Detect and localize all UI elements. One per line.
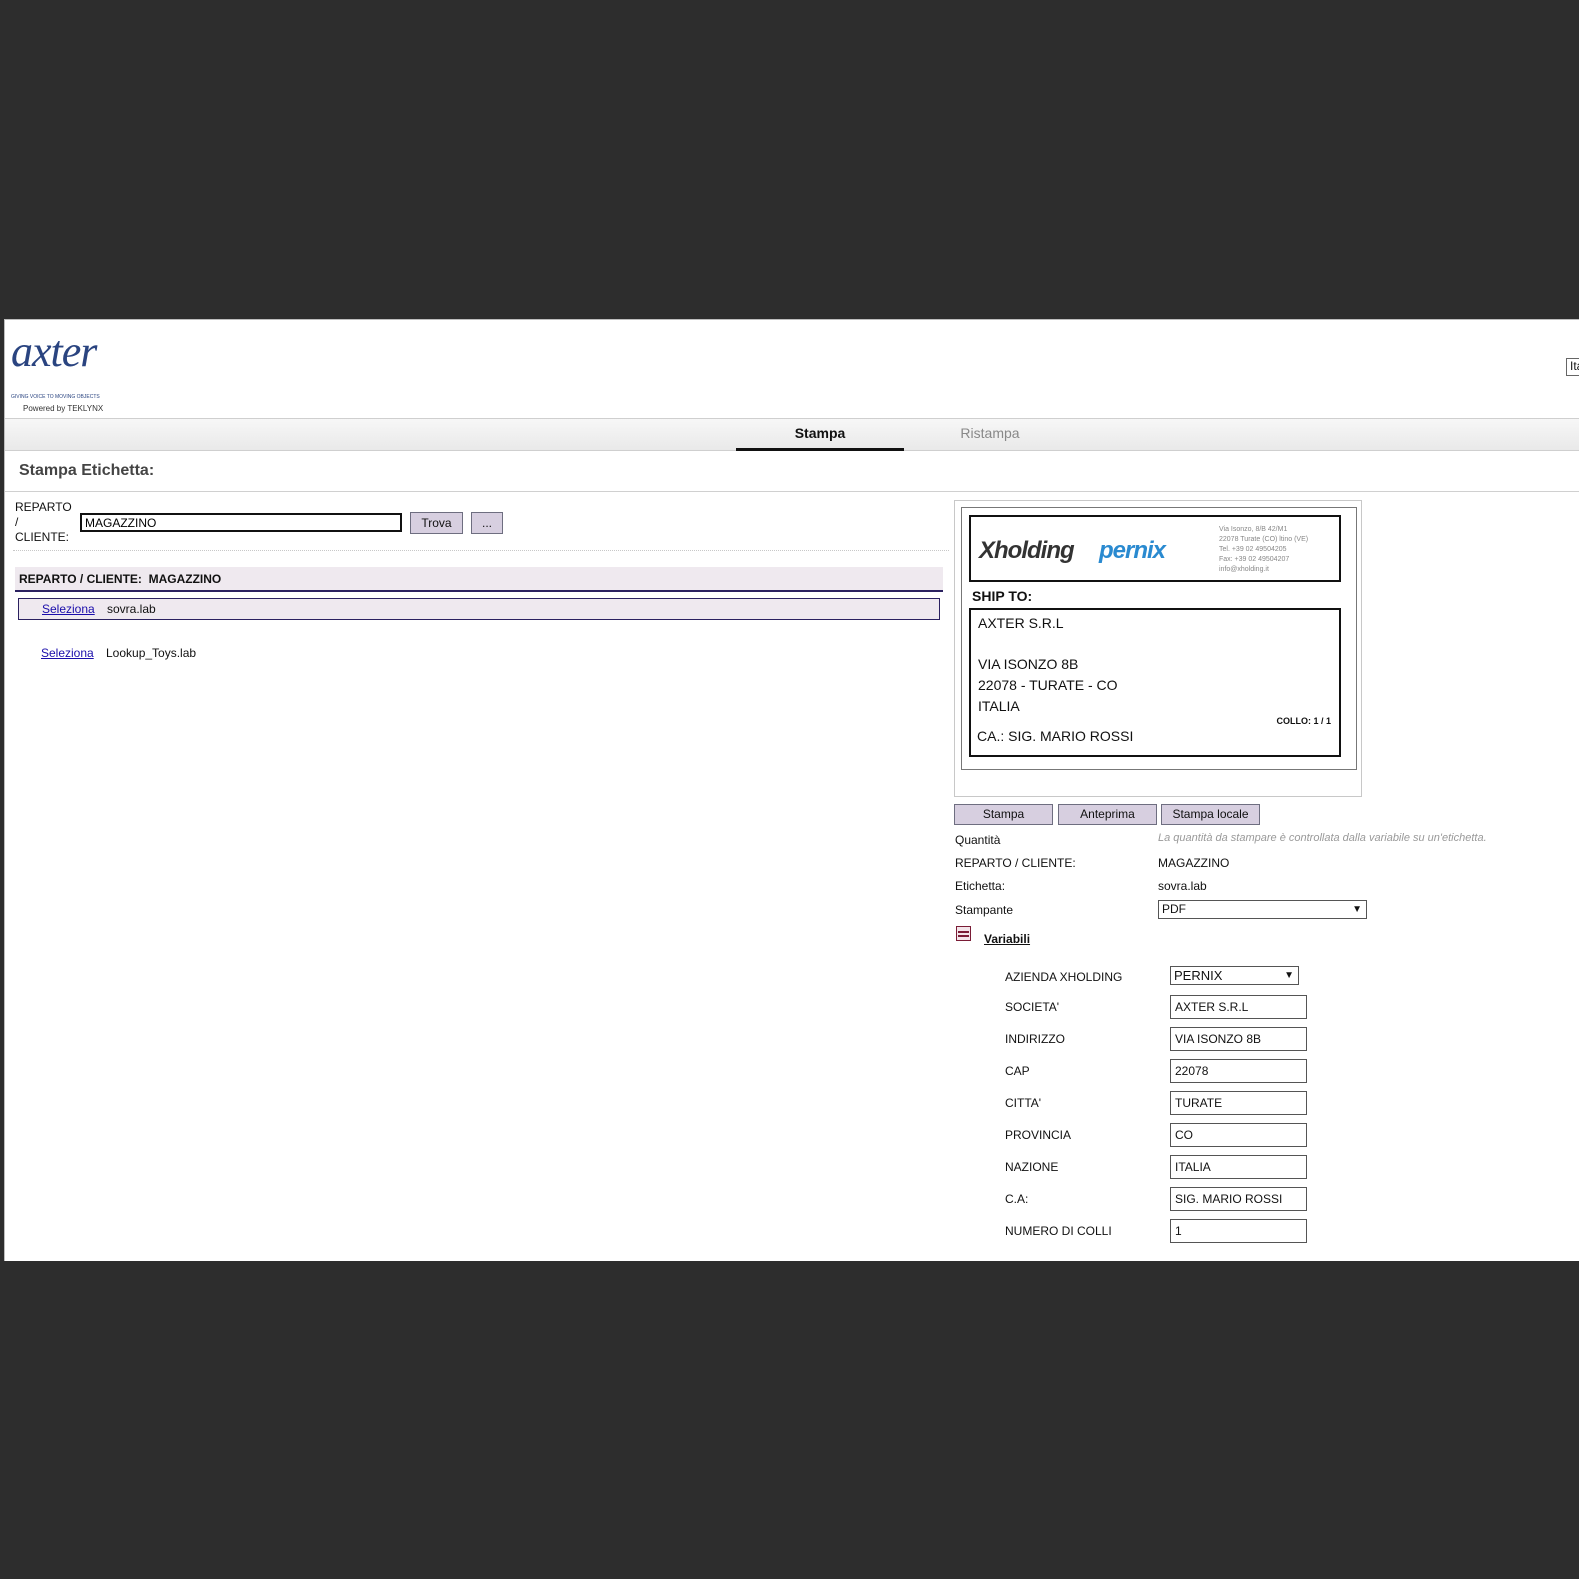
search-label-line: REPARTO [15, 500, 72, 514]
sender-address-line: info@xholding.it [1219, 566, 1269, 573]
list-item[interactable]: Seleziona Lookup_Toys.lab [18, 643, 940, 665]
local-print-button[interactable]: Stampa locale [1161, 804, 1260, 825]
label-file-name: sovra.lab [107, 602, 156, 616]
dept-value: MAGAZZINO [1158, 856, 1230, 870]
variables-toggle[interactable]: Variabili [984, 932, 1030, 946]
var-label-ca: C.A: [1005, 1192, 1029, 1206]
var-label-nazione: NAZIONE [1005, 1160, 1059, 1174]
label-header-box: Xholding pernix Via Isonzo, 8/B 42/M1 22… [969, 515, 1341, 582]
chevron-down-icon: ▼ [1352, 904, 1362, 915]
search-label-line: / [15, 515, 19, 529]
var-label-indirizzo: INDIRIZZO [1005, 1032, 1065, 1046]
dept-label: REPARTO / CLIENTE: [955, 856, 1076, 870]
quantity-label: Quantità [955, 833, 1001, 847]
var-input-indirizzo[interactable]: VIA ISONZO 8B [1170, 1027, 1307, 1051]
collo-count: COLLO: 1 / 1 [1276, 716, 1331, 726]
label-file-name: Lookup_Toys.lab [106, 646, 197, 660]
group-header: REPARTO / CLIENTE: MAGAZZINO [15, 567, 943, 592]
var-input-numero-colli[interactable]: 1 [1170, 1219, 1307, 1243]
search-label-line: CLIENTE: [15, 530, 70, 544]
sender-address: Via Isonzo, 8/B 42/M1 22078 Turate (CO) … [1219, 525, 1308, 575]
tab-ristampa[interactable]: Ristampa [907, 425, 1073, 441]
divider [13, 550, 949, 551]
var-label-citta: CITTA' [1005, 1096, 1042, 1110]
logo-powered-by: Powered by TEKLYNX [23, 404, 104, 413]
var-input-provincia[interactable]: CO [1170, 1123, 1307, 1147]
sender-address-line: Via Isonzo, 8/B 42/M1 [1219, 526, 1288, 533]
select-link[interactable]: Seleziona [41, 643, 94, 663]
find-button[interactable]: Trova [410, 512, 463, 534]
var-input-nazione[interactable]: ITALIA [1170, 1155, 1307, 1179]
list-item[interactable]: Seleziona sovra.lab [18, 598, 940, 620]
ship-to-heading: SHIP TO: [972, 588, 1033, 604]
sender-address-line: Fax: +39 02 49504207 [1219, 556, 1290, 563]
page-title: Stampa Etichetta: [19, 462, 155, 479]
azienda-select[interactable]: PERNIX ▼ [1170, 966, 1299, 985]
recipient-box: AXTER S.R.L VIA ISONZO 8B 22078 - TURATE… [969, 608, 1341, 757]
tab-stampa[interactable]: Stampa [736, 425, 904, 451]
recipient-street: VIA ISONZO 8B [978, 656, 1079, 672]
chevron-down-icon: ▼ [1284, 970, 1294, 981]
xholding-logo: Xholding [979, 537, 1075, 564]
print-button[interactable]: Stampa [954, 804, 1053, 825]
var-input-cap[interactable]: 22078 [1170, 1059, 1307, 1083]
recipient-company: AXTER S.R.L [978, 615, 1064, 631]
azienda-label: AZIENDA XHOLDING [1005, 970, 1123, 984]
language-select[interactable]: Ita [1566, 358, 1579, 376]
var-input-citta[interactable]: TURATE [1170, 1091, 1307, 1115]
label-preview: Xholding pernix Via Isonzo, 8/B 42/M1 22… [954, 500, 1362, 797]
sender-address-line: 22078 Turate (CO) ltino (VE) [1219, 536, 1309, 543]
logo-text: axter [11, 327, 97, 376]
group-header-value: MAGAZZINO [148, 572, 222, 586]
var-input-ca[interactable]: SIG. MARIO ROSSI [1170, 1187, 1307, 1211]
search-input[interactable] [80, 513, 402, 532]
printer-select-value: PDF [1162, 902, 1186, 916]
var-input-societa[interactable]: AXTER S.R.L [1170, 995, 1307, 1019]
browse-button[interactable]: ... [471, 512, 503, 534]
quantity-note: La quantità da stampare è controllata da… [1158, 832, 1487, 844]
preview-button[interactable]: Anteprima [1058, 804, 1157, 825]
select-link[interactable]: Seleziona [42, 599, 95, 619]
sender-address-line: Tel. +39 02 49504205 [1219, 546, 1287, 553]
printer-select[interactable]: PDF ▼ [1158, 900, 1367, 919]
label-name-label: Etichetta: [955, 879, 1006, 893]
tab-bar: Stampa Ristampa [5, 418, 1579, 451]
var-label-numero-colli: NUMERO DI COLLI [1005, 1224, 1112, 1238]
logo-tagline: GIVING VOICE TO MOVING OBJECTS [11, 394, 100, 400]
var-label-societa: SOCIETA' [1005, 1000, 1060, 1014]
group-header-label: REPARTO / CLIENTE: [19, 572, 142, 586]
recipient-attention: CA.: SIG. MARIO ROSSI [977, 728, 1134, 744]
search-label: REPARTO / CLIENTE: [15, 500, 72, 545]
azienda-select-value: PERNIX [1174, 968, 1223, 983]
recipient-country: ITALIA [978, 698, 1020, 714]
collapse-icon[interactable] [956, 926, 971, 941]
var-label-cap: CAP [1005, 1064, 1030, 1078]
app-window: axter GIVING VOICE TO MOVING OBJECTS Pow… [4, 319, 1579, 1261]
label-name-value: sovra.lab [1158, 879, 1207, 893]
recipient-city: 22078 - TURATE - CO [978, 677, 1118, 693]
var-label-provincia: PROVINCIA [1005, 1128, 1072, 1142]
divider [5, 491, 1579, 492]
pernix-logo: pernix [1099, 537, 1166, 564]
axter-logo: axter GIVING VOICE TO MOVING OBJECTS Pow… [11, 326, 131, 413]
printer-label: Stampante [955, 903, 1014, 917]
